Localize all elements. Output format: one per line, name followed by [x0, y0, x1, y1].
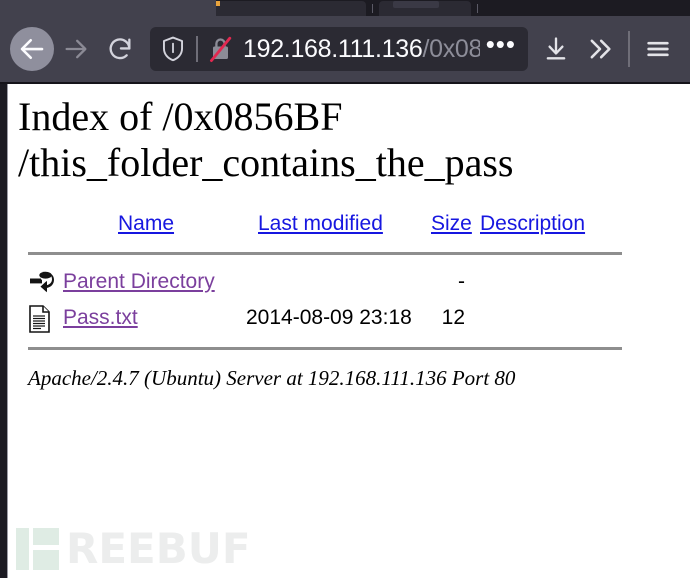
sort-by-size-link[interactable]: Size	[431, 212, 472, 235]
back-arrow-icon	[17, 34, 47, 64]
browser-tab[interactable]	[216, 1, 366, 16]
browser-window: 192.168.111.136/0x08 •••	[0, 0, 690, 84]
tab-favicon	[216, 1, 220, 6]
toolbar-divider	[628, 31, 630, 67]
logo-bar-top	[33, 528, 59, 545]
file-modified-cell: 2014-08-09 23:18	[246, 306, 412, 329]
logo-bar-bottom	[33, 550, 59, 570]
logo-bar-vertical	[16, 528, 29, 570]
page-title-line1: Index of /0x0856BF	[18, 94, 343, 139]
hamburger-menu-icon	[644, 35, 672, 63]
sort-by-date-link[interactable]: Last modified	[258, 212, 383, 235]
url-path: /0x08	[422, 34, 480, 63]
column-header-description[interactable]: Description	[480, 212, 585, 236]
file-name-cell[interactable]: Pass.txt	[63, 306, 138, 330]
sort-by-description-link[interactable]: Description	[480, 212, 585, 235]
freebuf-watermark: REEBUF	[16, 528, 251, 570]
page-title-line2: /this_folder_contains_the_pass	[18, 140, 514, 185]
column-header-size[interactable]: Size	[431, 212, 472, 236]
broken-lock-icon[interactable]	[208, 35, 234, 63]
page-title: Index of /0x0856BF /this_folder_contains…	[18, 94, 690, 186]
column-header-last-modified[interactable]: Last modified	[258, 212, 383, 236]
freebuf-logo-icon	[16, 528, 60, 570]
url-text[interactable]: 192.168.111.136/0x08	[243, 35, 480, 64]
sort-by-name-link[interactable]: Name	[118, 212, 174, 235]
tab-strip-left-filler	[0, 0, 216, 16]
forward-button[interactable]	[54, 27, 98, 71]
navigation-toolbar: 192.168.111.136/0x08 •••	[0, 16, 690, 84]
downloads-button[interactable]	[534, 27, 578, 71]
url-bar[interactable]: 192.168.111.136/0x08 •••	[150, 27, 528, 71]
back-button[interactable]	[10, 27, 54, 71]
overflow-button[interactable]	[578, 27, 622, 71]
browser-tab-secondary[interactable]	[379, 1, 471, 16]
window-left-edge	[0, 84, 8, 578]
page-viewport: Index of /0x0856BF /this_folder_contains…	[0, 84, 690, 578]
listing-bottom-rule	[28, 347, 622, 350]
table-row: Pass.txt 2014-08-09 23:18 12	[18, 305, 622, 341]
watermark-text: REEBUF	[66, 524, 251, 573]
listing-header-row: Name Last modified Size Description	[18, 212, 622, 246]
tab-separator-2	[477, 4, 478, 13]
forward-arrow-icon	[62, 35, 90, 63]
app-menu-button[interactable]	[636, 27, 680, 71]
parent-directory-link[interactable]: Parent Directory	[63, 270, 215, 293]
file-name-cell[interactable]: Parent Directory	[63, 270, 215, 294]
text-file-icon	[28, 305, 52, 339]
file-size-cell: 12	[441, 306, 465, 329]
listing-top-rule	[28, 252, 622, 255]
urlbar-divider	[196, 36, 198, 62]
double-chevron-right-icon	[586, 35, 614, 63]
server-signature: Apache/2.4.7 (Ubuntu) Server at 192.168.…	[28, 366, 516, 390]
file-link-pass-txt[interactable]: Pass.txt	[63, 306, 138, 329]
page-actions-button[interactable]: •••	[480, 31, 520, 59]
tab-title-placeholder	[393, 1, 439, 8]
file-size-cell: -	[458, 270, 465, 293]
listing-rows: Parent Directory - Pass.txt 2014-08-09 2…	[18, 269, 622, 341]
reload-button[interactable]	[98, 27, 142, 71]
shield-icon[interactable]	[160, 35, 186, 63]
reload-icon	[106, 35, 134, 63]
parent-directory-icon	[28, 269, 54, 299]
directory-listing: Name Last modified Size Description Pare…	[18, 212, 622, 350]
directory-index-page: Index of /0x0856BF /this_folder_contains…	[8, 84, 690, 578]
url-host: 192.168.111.136	[243, 34, 423, 63]
tab-strip	[0, 0, 690, 16]
table-row: Parent Directory -	[18, 269, 622, 305]
download-icon	[542, 35, 570, 63]
tab-separator	[372, 4, 373, 13]
column-header-name[interactable]: Name	[118, 212, 174, 236]
